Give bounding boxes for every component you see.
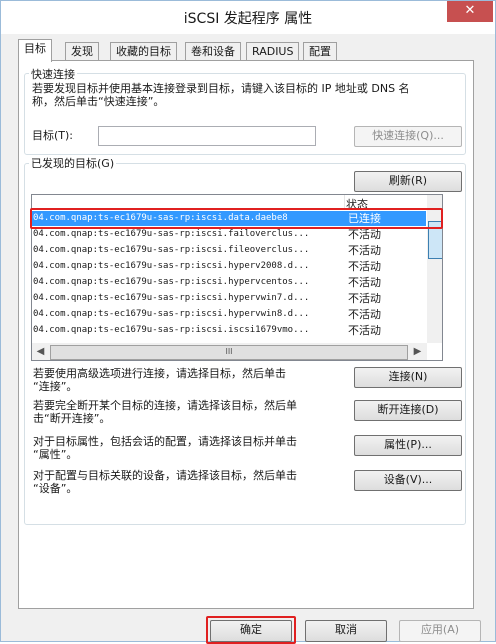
tab-configuration[interactable]: 配置 (303, 42, 337, 61)
disconnect-button[interactable]: 断开连接(D) (354, 400, 462, 421)
close-button[interactable]: ✕ (447, 1, 493, 22)
target-row[interactable]: 04.com.qnap:ts-ec1679u-sas-rp:iscsi.hype… (32, 259, 426, 274)
target-name: 04.com.qnap:ts-ec1679u-sas-rp:iscsi.hype… (33, 293, 310, 303)
disconnect-desc-line1: 若要完全断开某个目标的连接，请选择该目标，然后单 (33, 399, 297, 412)
devices-button[interactable]: 设备(V)... (354, 470, 462, 491)
target-status: 不活动 (348, 324, 381, 337)
disconnect-desc-line2: 击“断开连接”。 (33, 412, 111, 425)
refresh-button[interactable]: 刷新(R) (354, 171, 462, 192)
target-status: 不活动 (348, 308, 381, 321)
target-row[interactable]: 04.com.qnap:ts-ec1679u-sas-rp:iscsi.iscs… (32, 323, 426, 338)
quick-connect-button[interactable]: 快速连接(Q)... (354, 126, 462, 147)
target-row[interactable]: 04.com.qnap:ts-ec1679u-sas-rp:iscsi.hype… (32, 307, 426, 322)
quick-connect-desc-line2: 称，然后单击“快速连接”。 (32, 95, 165, 108)
quick-connect-desc-line1: 若要发现目标并使用基本连接登录到目标，请键入该目标的 IP 地址或 DNS 名 (32, 82, 410, 95)
devices-desc-line2: “设备”。 (33, 482, 78, 495)
window-title: iSCSI 发起程序 属性 (183, 11, 313, 27)
target-status: 不活动 (348, 228, 381, 241)
target-name: 04.com.qnap:ts-ec1679u-sas-rp:iscsi.fail… (33, 229, 310, 239)
dialog-window: iSCSI 发起程序 属性 ✕ 目标 发现 收藏的目标 卷和设备 RADIUS … (0, 0, 496, 644)
target-name: 04.com.qnap:ts-ec1679u-sas-rp:iscsi.iscs… (33, 325, 310, 335)
connect-desc-line2: “连接”。 (33, 380, 78, 393)
horizontal-scroll-thumb[interactable]: III (50, 345, 408, 360)
tab-favorite-targets[interactable]: 收藏的目标 (110, 42, 177, 61)
target-name: 04.com.qnap:ts-ec1679u-sas-rp:iscsi.hype… (33, 309, 310, 319)
tab-radius[interactable]: RADIUS (246, 42, 300, 61)
quick-connect-group-label: 快速连接 (29, 66, 77, 82)
scroll-left-icon[interactable]: ◀ (33, 344, 48, 359)
target-input[interactable] (98, 126, 316, 146)
devices-desc-line1: 对于配置与目标关联的设备，请选择该目标，然后单击 (33, 469, 297, 482)
connect-button[interactable]: 连接(N) (354, 367, 462, 388)
tab-targets[interactable]: 目标 (18, 39, 52, 62)
target-name: 04.com.qnap:ts-ec1679u-sas-rp:iscsi.hype… (33, 261, 310, 271)
target-row[interactable]: 04.com.qnap:ts-ec1679u-sas-rp:iscsi.fail… (32, 227, 426, 242)
connect-desc-line1: 若要使用高级选项进行连接，请选择目标，然后单击 (33, 367, 286, 380)
properties-desc-line1: 对于目标属性，包括会话的配置，请选择该目标并单击 (33, 435, 297, 448)
cancel-button[interactable]: 取消 (305, 620, 387, 642)
target-name: 04.com.qnap:ts-ec1679u-sas-rp:iscsi.hype… (33, 277, 310, 287)
selected-row-highlight (30, 208, 443, 229)
tab-volumes-devices[interactable]: 卷和设备 (185, 42, 241, 61)
target-status: 不活动 (348, 244, 381, 257)
properties-desc-line2: “属性”。 (33, 448, 78, 461)
scroll-right-icon[interactable]: ▶ (410, 344, 425, 359)
target-name: 04.com.qnap:ts-ec1679u-sas-rp:iscsi.file… (33, 245, 310, 255)
target-row[interactable]: 04.com.qnap:ts-ec1679u-sas-rp:iscsi.hype… (32, 291, 426, 306)
target-status: 不活动 (348, 276, 381, 289)
apply-button[interactable]: 应用(A) (399, 620, 481, 642)
target-status: 不活动 (348, 292, 381, 305)
ok-button-highlight (206, 616, 296, 644)
target-label: 目标(T): (32, 129, 74, 142)
target-status: 不活动 (348, 260, 381, 273)
discovered-targets-label: 已发现的目标(G) (29, 155, 117, 171)
title-bar: iSCSI 发起程序 属性 ✕ (1, 1, 495, 34)
target-row[interactable]: 04.com.qnap:ts-ec1679u-sas-rp:iscsi.file… (32, 243, 426, 258)
target-row[interactable]: 04.com.qnap:ts-ec1679u-sas-rp:iscsi.hype… (32, 275, 426, 290)
properties-button[interactable]: 属性(P)... (354, 435, 462, 456)
tab-discovery[interactable]: 发现 (65, 42, 99, 61)
